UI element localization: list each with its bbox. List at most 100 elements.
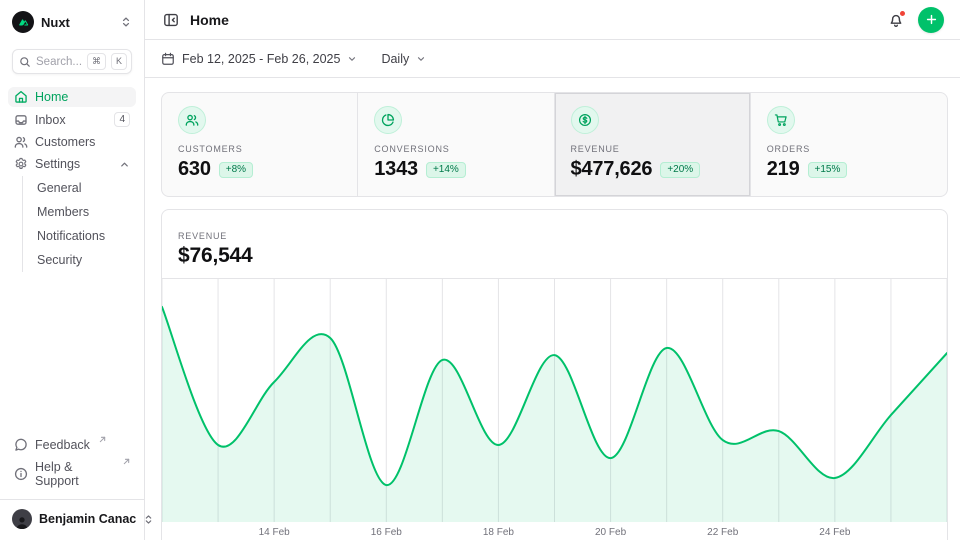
x-axis-labels: 14 Feb 16 Feb 18 Feb 20 Feb 22 Feb 24 Feb xyxy=(162,522,947,540)
sidebar-item-label: General xyxy=(37,181,81,195)
stat-card-revenue[interactable]: REVENUE $477,626 +20% xyxy=(555,93,751,196)
date-range-picker[interactable]: Feb 12, 2025 - Feb 26, 2025 xyxy=(161,52,357,66)
users-icon xyxy=(178,106,206,134)
sidebar-item-general[interactable]: General xyxy=(31,177,136,199)
inbox-icon xyxy=(14,113,28,127)
nuxt-logo-icon xyxy=(12,11,34,33)
stat-card-conversions[interactable]: CONVERSIONS 1343 +14% xyxy=(358,93,554,196)
home-icon xyxy=(14,90,28,104)
stat-delta-badge: +15% xyxy=(808,162,848,178)
stats-row: CUSTOMERS 630 +8% CONVERSIONS 1343 +14% xyxy=(161,92,948,197)
search-input[interactable]: ⌘ K xyxy=(12,49,132,74)
gear-icon xyxy=(14,157,28,171)
sidebar-item-help-support[interactable]: Help & Support xyxy=(8,457,136,491)
chart-headline-value: $76,544 xyxy=(178,244,931,268)
stat-value: $477,626 xyxy=(571,158,653,181)
users-icon xyxy=(14,135,28,149)
sidebar-item-label: Settings xyxy=(35,157,80,171)
chart-label: REVENUE xyxy=(178,231,931,241)
chevrons-up-down-icon xyxy=(120,16,132,28)
notification-dot xyxy=(899,10,906,17)
sidebar-item-customers[interactable]: Customers xyxy=(8,132,136,152)
message-circle-icon xyxy=(14,438,28,452)
stat-label: CONVERSIONS xyxy=(374,144,537,154)
sidebar-item-inbox[interactable]: Inbox 4 xyxy=(8,109,136,130)
x-axis-tick-label: 22 Feb xyxy=(707,527,738,538)
x-axis-tick-label: 16 Feb xyxy=(371,527,402,538)
kbd-key: K xyxy=(111,53,127,70)
plus-icon xyxy=(925,13,938,26)
revenue-chart-card: REVENUE $76,544 14 Feb 16 Feb 18 Feb 20 Feb… xyxy=(161,209,948,540)
inbox-count-badge: 4 xyxy=(114,112,130,127)
sidebar-item-label: Security xyxy=(37,253,82,267)
sidebar-footer: Feedback Help & Support Benjamin Canac xyxy=(8,434,136,540)
user-menu[interactable]: Benjamin Canac xyxy=(0,499,144,538)
sidebar-item-label: Members xyxy=(37,205,89,219)
granularity-select[interactable]: Daily xyxy=(381,52,426,66)
x-axis-tick-label: 24 Feb xyxy=(819,527,850,538)
chevron-up-icon xyxy=(119,159,130,170)
search-icon xyxy=(19,56,31,68)
content: CUSTOMERS 630 +8% CONVERSIONS 1343 +14% xyxy=(145,78,960,540)
page-title: Home xyxy=(190,12,229,28)
sidebar-item-label: Home xyxy=(35,90,68,104)
chevron-down-icon xyxy=(416,54,426,64)
workspace-selector[interactable]: Nuxt xyxy=(8,8,136,36)
shopping-cart-icon xyxy=(767,106,795,134)
add-button[interactable] xyxy=(918,7,944,33)
circle-dollar-icon xyxy=(571,106,599,134)
stat-delta-badge: +20% xyxy=(660,162,700,178)
stat-delta-badge: +8% xyxy=(219,162,253,178)
stat-value: 1343 xyxy=(374,158,418,181)
sidebar-item-members[interactable]: Members xyxy=(31,201,136,223)
stat-card-orders[interactable]: ORDERS 219 +15% xyxy=(751,93,947,196)
stat-card-customers[interactable]: CUSTOMERS 630 +8% xyxy=(162,93,358,196)
topbar-actions xyxy=(886,7,944,33)
sidebar-item-label: Customers xyxy=(35,135,95,149)
stat-label: ORDERS xyxy=(767,144,931,154)
user-name: Benjamin Canac xyxy=(39,512,136,526)
date-range-label: Feb 12, 2025 - Feb 26, 2025 xyxy=(182,52,340,66)
chevron-down-icon xyxy=(347,54,357,64)
workspace-name: Nuxt xyxy=(41,15,113,30)
stat-value: 630 xyxy=(178,158,211,181)
sidebar-item-label: Feedback xyxy=(35,438,90,452)
topbar: Home xyxy=(145,0,960,40)
stat-label: CUSTOMERS xyxy=(178,144,341,154)
avatar xyxy=(12,509,32,529)
notifications-button[interactable] xyxy=(886,10,906,30)
sidebar-nav: Home Inbox 4 Customers Settings xyxy=(8,86,136,274)
sidebar-item-security[interactable]: Security xyxy=(31,249,136,271)
stat-value: 219 xyxy=(767,158,800,181)
stat-delta-badge: +14% xyxy=(426,162,466,178)
settings-subnav: General Members Notifications Security xyxy=(22,176,136,272)
info-circle-icon xyxy=(14,467,28,481)
x-axis-tick-label: 20 Feb xyxy=(595,527,626,538)
chart-plot-area xyxy=(162,279,947,522)
x-axis-tick-label: 14 Feb xyxy=(259,527,290,538)
sidebar-item-label: Inbox xyxy=(35,113,66,127)
sidebar-item-label: Notifications xyxy=(37,229,105,243)
panel-left-close-icon xyxy=(163,12,179,28)
granularity-label: Daily xyxy=(381,52,409,66)
revenue-chart-svg xyxy=(162,279,947,522)
search-field[interactable] xyxy=(36,56,82,68)
stat-label: REVENUE xyxy=(571,144,734,154)
sidebar-toggle-button[interactable] xyxy=(161,10,181,30)
main-area: Home Feb 12, 2025 - Feb 26, 2025 xyxy=(145,0,960,540)
kbd-meta: ⌘ xyxy=(87,53,106,70)
pie-chart-icon xyxy=(374,106,402,134)
external-link-icon xyxy=(99,436,106,443)
filter-toolbar: Feb 12, 2025 - Feb 26, 2025 Daily xyxy=(145,40,960,78)
external-link-icon xyxy=(123,458,130,465)
sidebar-item-feedback[interactable]: Feedback xyxy=(8,435,136,455)
x-axis-tick-label: 18 Feb xyxy=(483,527,514,538)
calendar-icon xyxy=(161,52,175,66)
sidebar-item-notifications[interactable]: Notifications xyxy=(31,225,136,247)
sidebar: Nuxt ⌘ K Home Inb xyxy=(0,0,145,540)
chart-header: REVENUE $76,544 xyxy=(162,210,947,279)
dashboard-app: Nuxt ⌘ K Home Inb xyxy=(0,0,960,540)
sidebar-item-home[interactable]: Home xyxy=(8,87,136,107)
sidebar-item-label: Help & Support xyxy=(35,460,114,488)
sidebar-item-settings[interactable]: Settings xyxy=(8,154,136,174)
